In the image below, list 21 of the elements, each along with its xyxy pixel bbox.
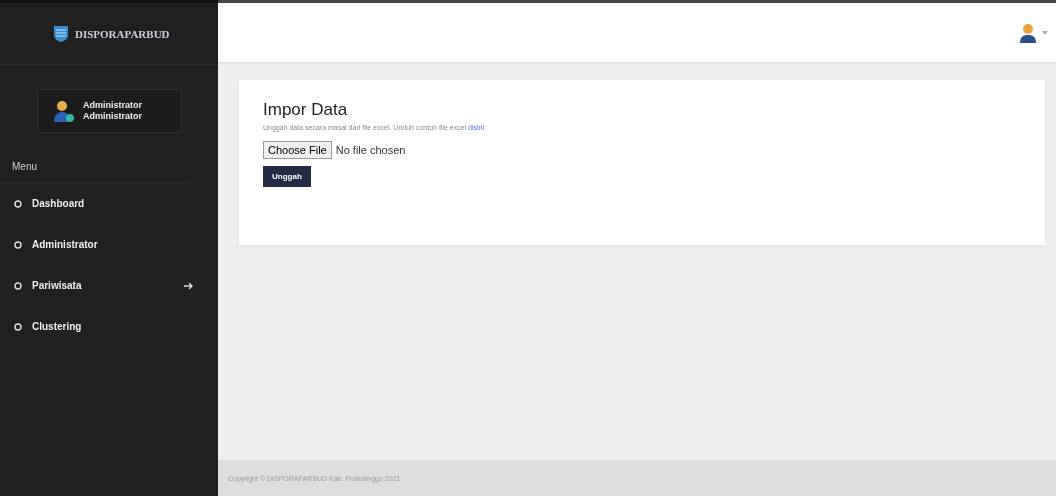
caret-icon (1042, 30, 1048, 35)
sidebar-item[interactable]: Dashboard (0, 183, 218, 224)
sidebar-item[interactable]: Clustering (0, 306, 218, 347)
choose-file-button[interactable]: Choose File (263, 141, 332, 159)
circle-icon (14, 240, 22, 249)
menu-heading: Menu (0, 161, 188, 183)
account-menu[interactable] (1020, 22, 1048, 43)
sidebar-item[interactable]: Administrator (0, 224, 218, 265)
file-status: No file chosen (335, 144, 406, 156)
shield-logo-icon (53, 24, 69, 43)
brand-name: DISPORAPARBUD (75, 27, 170, 40)
user-avatar-icon (1020, 22, 1036, 43)
user-avatar-icon (53, 99, 75, 123)
user-name: Administrator (83, 100, 142, 111)
card-title: Impor Data (263, 100, 349, 120)
upload-button[interactable]: Unggah (263, 166, 311, 187)
circle-icon (14, 199, 22, 208)
user-role: Administrator (83, 111, 142, 122)
circle-icon (14, 322, 22, 331)
circle-icon (14, 281, 22, 290)
sidebar-item[interactable]: Pariwisata (0, 265, 218, 306)
